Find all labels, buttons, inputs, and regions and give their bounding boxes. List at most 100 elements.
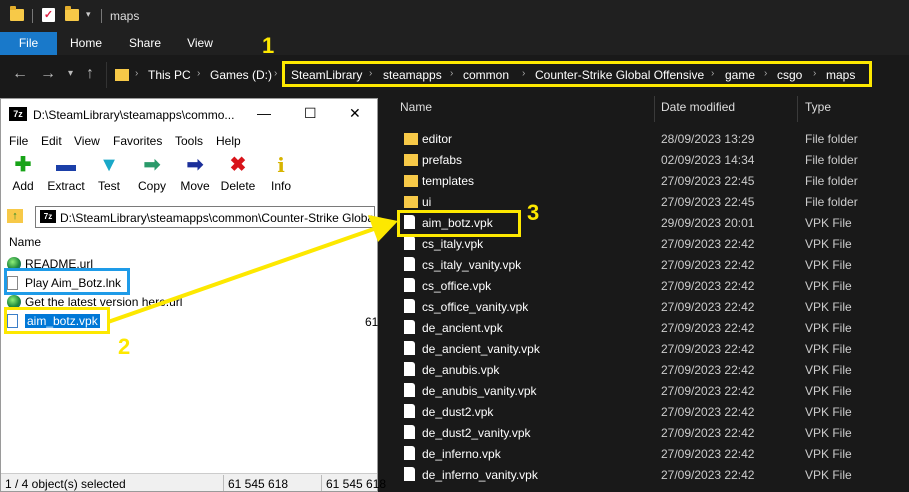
recent-locations-icon[interactable]: ▾ — [68, 65, 73, 83]
file-name: cs_italy.vpk — [422, 237, 484, 251]
menu-view[interactable]: View — [74, 134, 100, 148]
file-name: cs_office.vpk — [422, 279, 492, 293]
table-row[interactable]: de_ancient.vpk 27/09/2023 22:42 VPK File — [398, 317, 909, 338]
properties-icon[interactable]: ✓ — [42, 8, 55, 22]
sevenzip-statusbar: 1 / 4 object(s) selected 61 545 618 61 5… — [1, 473, 386, 491]
table-row[interactable]: templates 27/09/2023 22:45 File folder — [398, 170, 909, 191]
new-folder-icon[interactable] — [65, 6, 79, 21]
status-divider — [321, 475, 322, 491]
tab-home[interactable]: Home — [66, 32, 106, 55]
table-row[interactable]: de_anubis_vanity.vpk 27/09/2023 22:42 VPK … — [398, 380, 909, 401]
folder-icon — [404, 196, 418, 208]
test-button[interactable]: ▼ Test — [87, 155, 131, 193]
breadcrumb-this-pc[interactable]: This PC — [148, 68, 191, 82]
file-type: File folder — [805, 174, 858, 188]
status-packed-size: 61 545 618 — [326, 477, 387, 491]
window-title: maps — [110, 9, 140, 23]
file-icon — [404, 467, 415, 481]
maximize-icon[interactable]: ☐ — [304, 105, 317, 122]
column-header-date[interactable]: Date modified — [661, 100, 735, 114]
table-row[interactable]: cs_office.vpk 27/09/2023 22:42 VPK File — [398, 275, 909, 296]
move-button[interactable]: ➡ Move — [173, 155, 217, 193]
sevenzip-logo-icon: 7z — [9, 107, 27, 121]
file-name: de_dust2_vanity.vpk — [422, 426, 531, 440]
menu-edit[interactable]: Edit — [41, 134, 62, 148]
breadcrumb-games-d[interactable]: Games (D:) — [210, 68, 272, 82]
sevenzip-path-row: ↑ 7z D:\SteamLibrary\steamapps\common\Co… — [1, 205, 377, 229]
column-header-name[interactable]: Name — [400, 100, 432, 114]
table-row[interactable]: de_dust2_vanity.vpk 27/09/2023 22:42 VPK F… — [398, 422, 909, 443]
menu-file[interactable]: File — [9, 134, 28, 148]
file-type: VPK File — [805, 279, 852, 293]
folder-icon — [404, 175, 418, 187]
file-name: ui — [422, 195, 432, 209]
table-row[interactable]: prefabs 02/09/2023 14:34 File folder — [398, 149, 909, 170]
menu-favorites[interactable]: Favorites — [113, 134, 162, 148]
chevron-right-icon[interactable]: › — [135, 68, 138, 79]
table-row[interactable]: de_dust2.vpk 27/09/2023 22:42 VPK File — [398, 401, 909, 422]
chevron-right-icon[interactable]: › — [274, 68, 277, 79]
sevenzip-column-name[interactable]: Name — [9, 235, 41, 249]
file-type: VPK File — [805, 426, 852, 440]
table-row[interactable]: cs_italy_vanity.vpk 27/09/2023 22:42 VPK F… — [398, 254, 909, 275]
file-icon — [404, 257, 415, 271]
table-row[interactable]: ui 27/09/2023 22:45 File folder — [398, 191, 909, 212]
titlebar-divider — [101, 9, 102, 23]
up-folder-icon[interactable]: ↑ — [7, 209, 23, 223]
file-date: 28/09/2023 13:29 — [661, 132, 755, 146]
explorer-titlebar: ✓ ▾ maps — [0, 0, 909, 32]
table-row[interactable]: editor 28/09/2023 13:29 File folder — [398, 128, 909, 149]
info-icon: i — [277, 153, 285, 177]
file-type: File folder — [805, 195, 858, 209]
file-type: VPK File — [805, 342, 852, 356]
table-row[interactable]: de_anubis.vpk 27/09/2023 22:42 VPK File — [398, 359, 909, 380]
menu-help[interactable]: Help — [216, 134, 241, 148]
add-button[interactable]: ✚ Add — [1, 155, 45, 193]
info-button[interactable]: i Info — [259, 155, 303, 193]
file-icon — [404, 425, 415, 439]
up-arrow-icon[interactable]: ↑ — [86, 65, 94, 83]
file-type: File folder — [805, 153, 858, 167]
customize-toolbar-icon[interactable]: ▾ — [86, 9, 91, 20]
forward-arrow-icon[interactable]: → — [40, 65, 56, 83]
column-header-type[interactable]: Type — [805, 100, 831, 114]
add-icon: ✚ — [14, 154, 32, 176]
file-date: 27/09/2023 22:42 — [661, 468, 755, 482]
file-date: 02/09/2023 14:34 — [661, 153, 755, 167]
file-date: 27/09/2023 22:45 — [661, 195, 755, 209]
table-row[interactable]: cs_office_vanity.vpk 27/09/2023 22:42 VPK … — [398, 296, 909, 317]
sevenzip-window: 7z D:\SteamLibrary\steamapps\commo... — … — [0, 98, 386, 492]
move-label: Move — [180, 179, 210, 193]
copy-button[interactable]: ➡ Copy — [130, 155, 174, 193]
minimize-icon[interactable]: — — [257, 105, 271, 121]
quick-access-folder-icon[interactable] — [10, 6, 24, 21]
file-name: cs_office_vanity.vpk — [422, 300, 529, 314]
chevron-right-icon[interactable]: › — [197, 68, 200, 79]
close-icon[interactable]: ✕ — [349, 105, 361, 122]
back-arrow-icon[interactable]: ← — [12, 65, 28, 83]
file-name: prefabs — [422, 153, 463, 167]
step-marker-3: 3 — [527, 200, 540, 225]
sevenzip-titlebar: 7z D:\SteamLibrary\steamapps\commo... — … — [1, 99, 377, 129]
copy-label: Copy — [137, 179, 166, 193]
file-name: templates — [422, 174, 475, 188]
path-archive-icon: 7z — [40, 210, 56, 223]
file-date: 27/09/2023 22:42 — [661, 342, 755, 356]
address-folder-icon — [115, 69, 129, 81]
tab-share[interactable]: Share — [125, 32, 165, 55]
tab-view[interactable]: View — [180, 32, 220, 55]
table-row[interactable]: de_ancient_vanity.vpk 27/09/2023 22:42 VPK… — [398, 338, 909, 359]
table-row[interactable]: de_inferno_vanity.vpk 27/09/2023 22:42 VPK… — [398, 464, 909, 485]
file-type: VPK File — [805, 447, 852, 461]
source-highlight-box — [4, 307, 110, 334]
menu-tools[interactable]: Tools — [175, 134, 203, 148]
extract-button[interactable]: ▬ Extract — [44, 155, 88, 193]
move-icon: ➡ — [186, 154, 204, 176]
table-row[interactable]: de_inferno.vpk 27/09/2023 22:42 VPK File — [398, 443, 909, 464]
test-icon: ▼ — [99, 154, 119, 176]
tab-file[interactable]: File — [0, 32, 57, 55]
sevenzip-path-field[interactable]: 7z D:\SteamLibrary\steamapps\common\Coun… — [35, 206, 375, 228]
delete-button[interactable]: ✖ Delete — [216, 155, 260, 193]
file-date: 27/09/2023 22:42 — [661, 321, 755, 335]
file-type: VPK File — [805, 237, 852, 251]
